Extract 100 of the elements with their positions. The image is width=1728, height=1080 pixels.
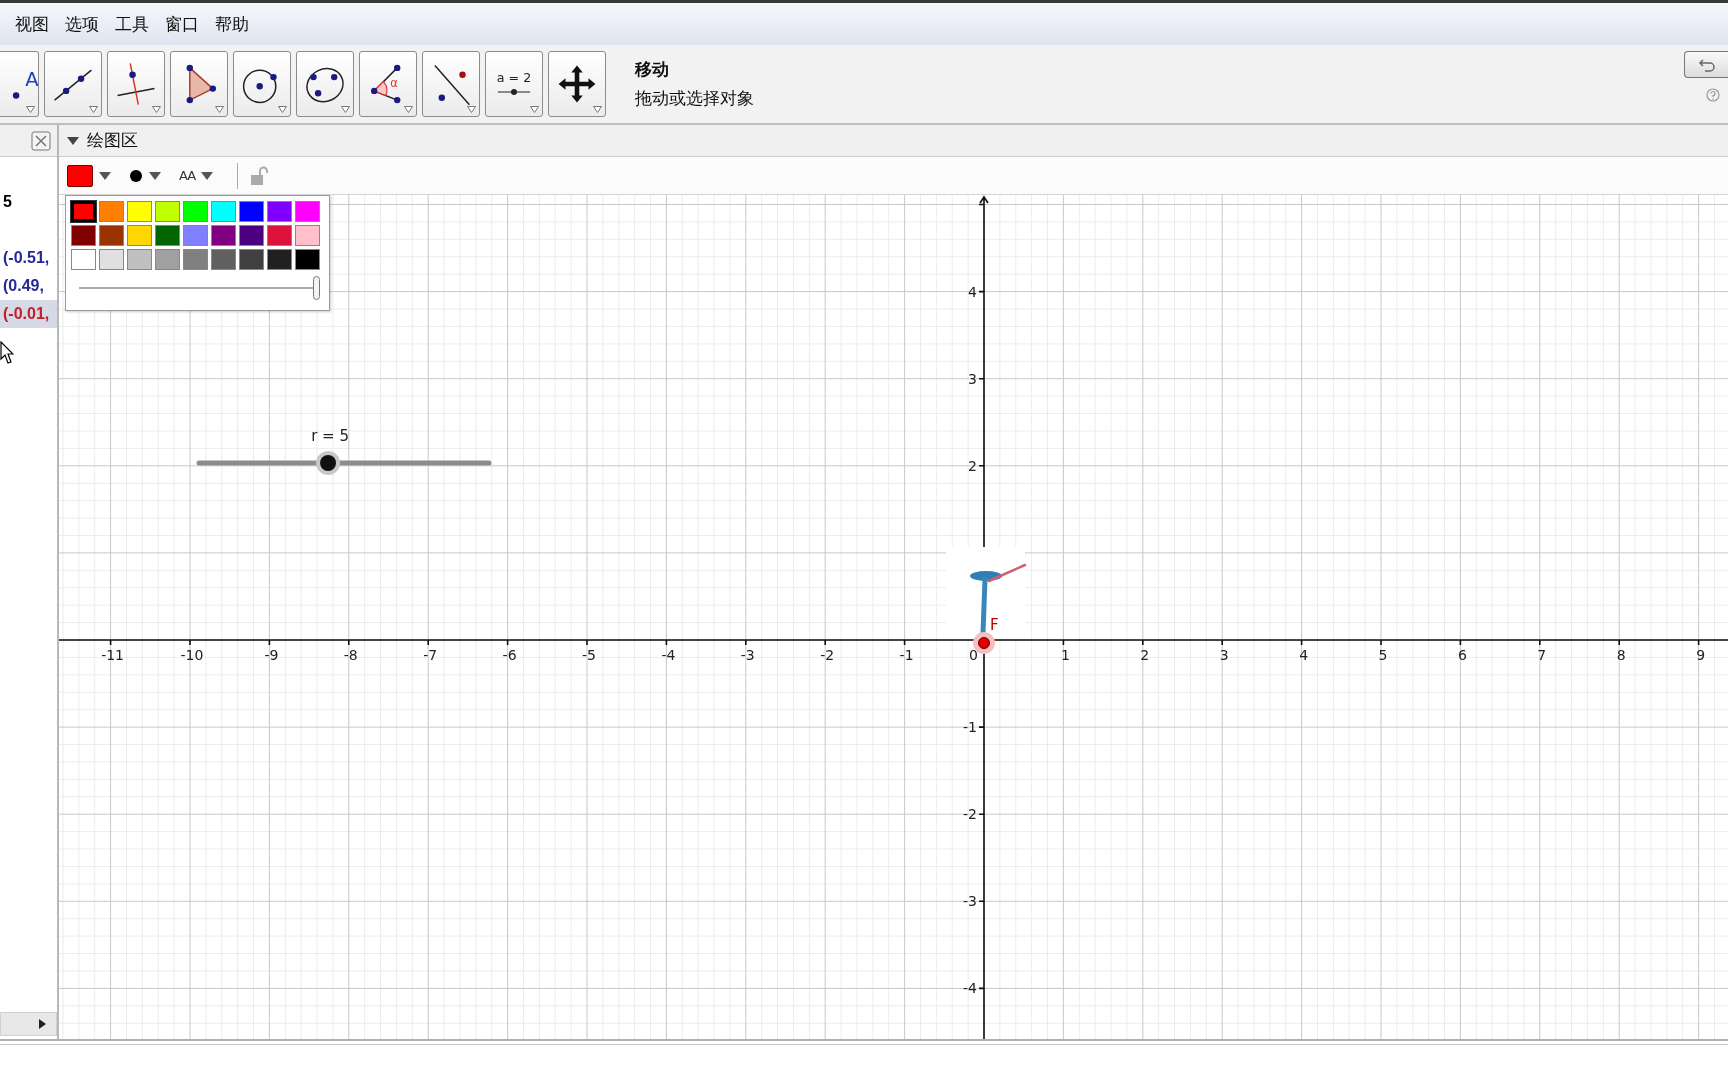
tool-button[interactable]: [422, 51, 480, 117]
tool-button[interactable]: A: [0, 51, 39, 117]
menu-item[interactable]: 帮助: [208, 8, 256, 40]
color-swatch[interactable]: [267, 201, 292, 222]
collapse-icon[interactable]: [67, 136, 79, 145]
color-swatch[interactable]: [71, 249, 96, 270]
caret-icon: [152, 106, 161, 113]
color-swatch[interactable]: [71, 201, 96, 222]
color-swatch[interactable]: [155, 225, 180, 246]
color-swatch[interactable]: [99, 201, 124, 222]
tool-button[interactable]: [44, 51, 102, 117]
color-swatch[interactable]: [155, 249, 180, 270]
color-swatch[interactable]: [211, 225, 236, 246]
menu-item[interactable]: 选项: [58, 8, 106, 40]
color-button[interactable]: [67, 164, 93, 187]
color-swatch[interactable]: [155, 201, 180, 222]
caret-icon: [201, 171, 214, 180]
color-swatch[interactable]: [267, 249, 292, 270]
slider-thumb[interactable]: [316, 451, 341, 475]
axis-label: -11: [101, 647, 125, 663]
help-icon[interactable]: [1706, 88, 1720, 102]
point-style-icon[interactable]: [129, 168, 143, 183]
caret-icon: [530, 106, 539, 113]
axis-label: 2: [1140, 647, 1150, 663]
axis-label: -2: [963, 806, 977, 823]
axis-label: 2: [968, 457, 977, 474]
axis-label: 3: [1219, 647, 1229, 663]
slider-label: r = 5: [311, 427, 349, 445]
axis-label: 3: [968, 370, 977, 387]
caret-icon: [89, 106, 98, 113]
caret-icon: [26, 106, 35, 113]
lock-icon[interactable]: [250, 165, 269, 186]
axis-label: -3: [740, 647, 755, 663]
axis-label: 4: [968, 283, 977, 300]
color-swatch[interactable]: [239, 225, 264, 246]
axis-label: -1: [963, 719, 977, 736]
color-swatch[interactable]: [183, 225, 208, 246]
undo-button[interactable]: [1684, 51, 1728, 78]
menu-item[interactable]: 视图: [8, 8, 56, 40]
axis-label: 8: [1616, 647, 1626, 663]
color-swatch[interactable]: [127, 225, 152, 246]
caret-icon: [99, 171, 111, 180]
caret-icon: [215, 106, 224, 113]
axis-label: -4: [963, 980, 977, 997]
color-swatch[interactable]: [239, 249, 264, 270]
color-swatch[interactable]: [127, 201, 152, 222]
algebra-item[interactable]: 5: [0, 188, 57, 216]
color-swatch[interactable]: [71, 225, 96, 246]
text-style-button[interactable]: AA: [179, 168, 196, 183]
axis-label: -5: [582, 647, 596, 663]
caret-icon: [467, 106, 476, 113]
axis-label: 6: [1457, 647, 1467, 663]
color-swatch[interactable]: [99, 249, 124, 270]
menu-item[interactable]: 窗口: [158, 8, 206, 40]
axis-label: -3: [963, 893, 977, 910]
tool-button[interactable]: [233, 51, 291, 117]
axis-label: -10: [180, 647, 204, 663]
axis-label: 4: [1299, 647, 1309, 663]
close-icon[interactable]: [31, 130, 51, 151]
caret-icon: [341, 106, 350, 113]
axis-label: -2: [820, 647, 835, 663]
caret-icon: [404, 106, 413, 113]
color-swatch[interactable]: [183, 249, 208, 270]
axis-label: -1: [899, 647, 914, 663]
color-swatch[interactable]: [127, 249, 152, 270]
arrow-icon: [39, 1019, 46, 1029]
tool-button[interactable]: α: [359, 51, 417, 117]
axis-label: -7: [423, 647, 438, 663]
color-swatch[interactable]: [211, 249, 236, 270]
color-swatch[interactable]: [99, 225, 124, 246]
tool-button[interactable]: [170, 51, 228, 117]
color-swatch[interactable]: [267, 225, 292, 246]
color-swatch[interactable]: [239, 201, 264, 222]
axis-label: -9: [264, 647, 279, 663]
axis-label: -8: [343, 647, 358, 663]
tool-button[interactable]: a = 2: [485, 51, 543, 117]
axis-label: -6: [502, 647, 517, 663]
slider[interactable]: [196, 451, 492, 475]
panel-title: 绘图区: [87, 129, 138, 152]
tool-button[interactable]: [296, 51, 354, 117]
color-swatch[interactable]: [295, 225, 320, 246]
slider-thumb[interactable]: [313, 276, 320, 300]
color-swatch[interactable]: [211, 201, 236, 222]
caret-icon: [278, 106, 287, 113]
color-swatch[interactable]: [295, 201, 320, 222]
color-swatch[interactable]: [295, 249, 320, 270]
color-swatch[interactable]: [183, 201, 208, 222]
scrollbar[interactable]: [0, 1012, 57, 1036]
caret-icon: [149, 171, 161, 180]
algebra-item[interactable]: (-0.51,: [0, 244, 57, 272]
algebra-item[interactable]: (-0.01,: [0, 300, 57, 328]
axis-label: 5: [1378, 647, 1388, 663]
menu-item[interactable]: 工具: [108, 8, 156, 40]
algebra-item[interactable]: (0.49,: [0, 272, 57, 300]
tool-button[interactable]: [548, 51, 606, 117]
axis-label: 1: [1060, 647, 1070, 663]
axis-label: 0: [969, 647, 978, 663]
tool-name: 移动: [635, 58, 670, 81]
point-label: F: [990, 616, 999, 634]
axis-label: 7: [1537, 647, 1547, 663]
